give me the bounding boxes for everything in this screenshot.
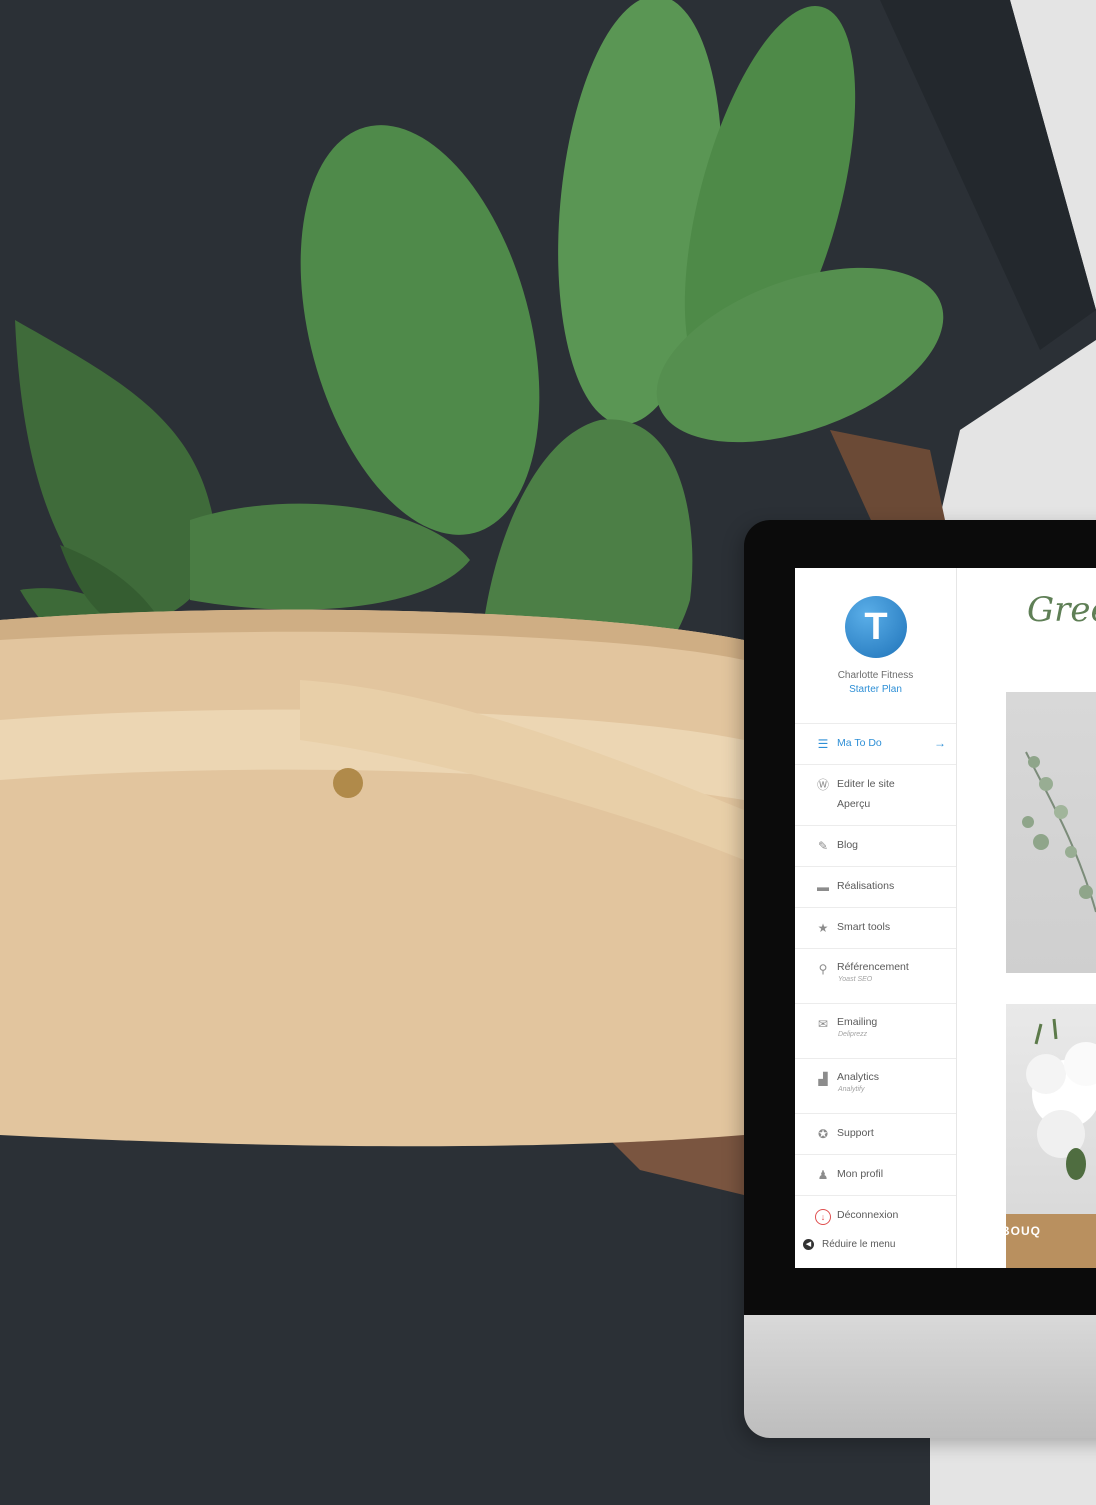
sidebar-item-smart-tools[interactable]: ★ Smart tools — [795, 907, 956, 948]
mail-icon: ✉ — [817, 1017, 829, 1031]
site-title: Gree — [1027, 590, 1096, 630]
account-avatar[interactable]: T — [845, 596, 907, 658]
monitor-chin — [744, 1315, 1096, 1438]
sidebar-item-analytics[interactable]: ▟ Analytics Analytify — [795, 1058, 956, 1113]
logo-letter: T — [864, 606, 888, 648]
sidebar-item-label: Réalisations — [837, 880, 895, 892]
banner-text: BOUQ — [1001, 1224, 1041, 1238]
sidebar-item-label: Mon profil — [837, 1168, 884, 1180]
sidebar-item-logout[interactable]: ↓ Déconnexion — [795, 1195, 956, 1236]
sidebar-item-label: Blog — [837, 839, 859, 851]
sidebar-item-sublabel: Analytify — [838, 1086, 865, 1093]
star-icon: ★ — [817, 921, 829, 935]
plan-link[interactable]: Starter Plan — [795, 683, 956, 697]
screen: T Charlotte Fitness Starter Plan ☰ Ma To… — [795, 568, 1096, 1268]
lifebuoy-icon: ✪ — [817, 1127, 829, 1141]
power-icon: ↓ — [815, 1209, 831, 1225]
sidebar-item-label: Editer le site — [837, 778, 895, 790]
collapse-menu-button[interactable]: ◀ Réduire le menu — [803, 1239, 895, 1250]
site-preview: Gree BOUQ — [957, 568, 1096, 1268]
eucalyptus-image[interactable] — [1006, 692, 1096, 973]
wordpress-icon: Ⓦ — [816, 778, 829, 792]
folder-icon: ▬ — [817, 880, 829, 894]
sidebar: T Charlotte Fitness Starter Plan ☰ Ma To… — [795, 568, 957, 1268]
sidebar-item-realisations[interactable]: ▬ Réalisations — [795, 866, 956, 907]
collapse-menu-label: Réduire le menu — [822, 1239, 896, 1251]
sidebar-item-label: Ma To Do — [837, 737, 882, 749]
sidebar-item-label: Analytics — [837, 1071, 880, 1083]
list-icon: ☰ — [817, 737, 829, 751]
sidebar-item-label: Support — [837, 1127, 874, 1139]
eucalyptus-art — [1022, 751, 1096, 913]
sidebar-item-profile[interactable]: ♟ Mon profil — [795, 1154, 956, 1195]
sidebar-item-preview[interactable]: Aperçu — [837, 798, 870, 810]
account-info: Charlotte Fitness Starter Plan — [795, 669, 956, 697]
monitor: T Charlotte Fitness Starter Plan ☰ Ma To… — [744, 520, 1096, 1438]
pin-icon: ✎ — [817, 839, 829, 853]
arrow-right-icon: → — [934, 736, 946, 750]
sidebar-item-label: Référencement — [837, 961, 909, 973]
sidebar-item-sublabel: Deliprezz — [838, 1031, 868, 1038]
sidebar-item-support[interactable]: ✪ Support — [795, 1113, 956, 1154]
sidebar-item-seo[interactable]: ⚲ Référencement Yoast SEO — [795, 948, 956, 1003]
sidebar-item-sublabel: Yoast SEO — [838, 976, 873, 983]
sidebar-item-blog[interactable]: ✎ Blog — [795, 825, 956, 866]
search-icon: ⚲ — [818, 962, 828, 976]
sidebar-item-todo[interactable]: ☰ Ma To Do → — [795, 723, 956, 764]
account-name: Charlotte Fitness — [837, 670, 914, 681]
chevron-left-icon: ◀ — [803, 1239, 814, 1250]
user-icon: ♟ — [817, 1168, 829, 1182]
chart-icon: ▟ — [818, 1072, 828, 1086]
sidebar-menu: ☰ Ma To Do → Ⓦ Editer le site Aperçu ✎ B… — [795, 723, 956, 1236]
sidebar-item-edit-site[interactable]: Ⓦ Editer le site Aperçu — [795, 764, 956, 825]
sidebar-item-emailing[interactable]: ✉ Emailing Deliprezz — [795, 1003, 956, 1058]
sidebar-item-label: Emailing — [837, 1016, 878, 1028]
sidebar-item-label: Déconnexion — [837, 1209, 899, 1221]
sidebar-item-label: Smart tools — [837, 921, 891, 933]
